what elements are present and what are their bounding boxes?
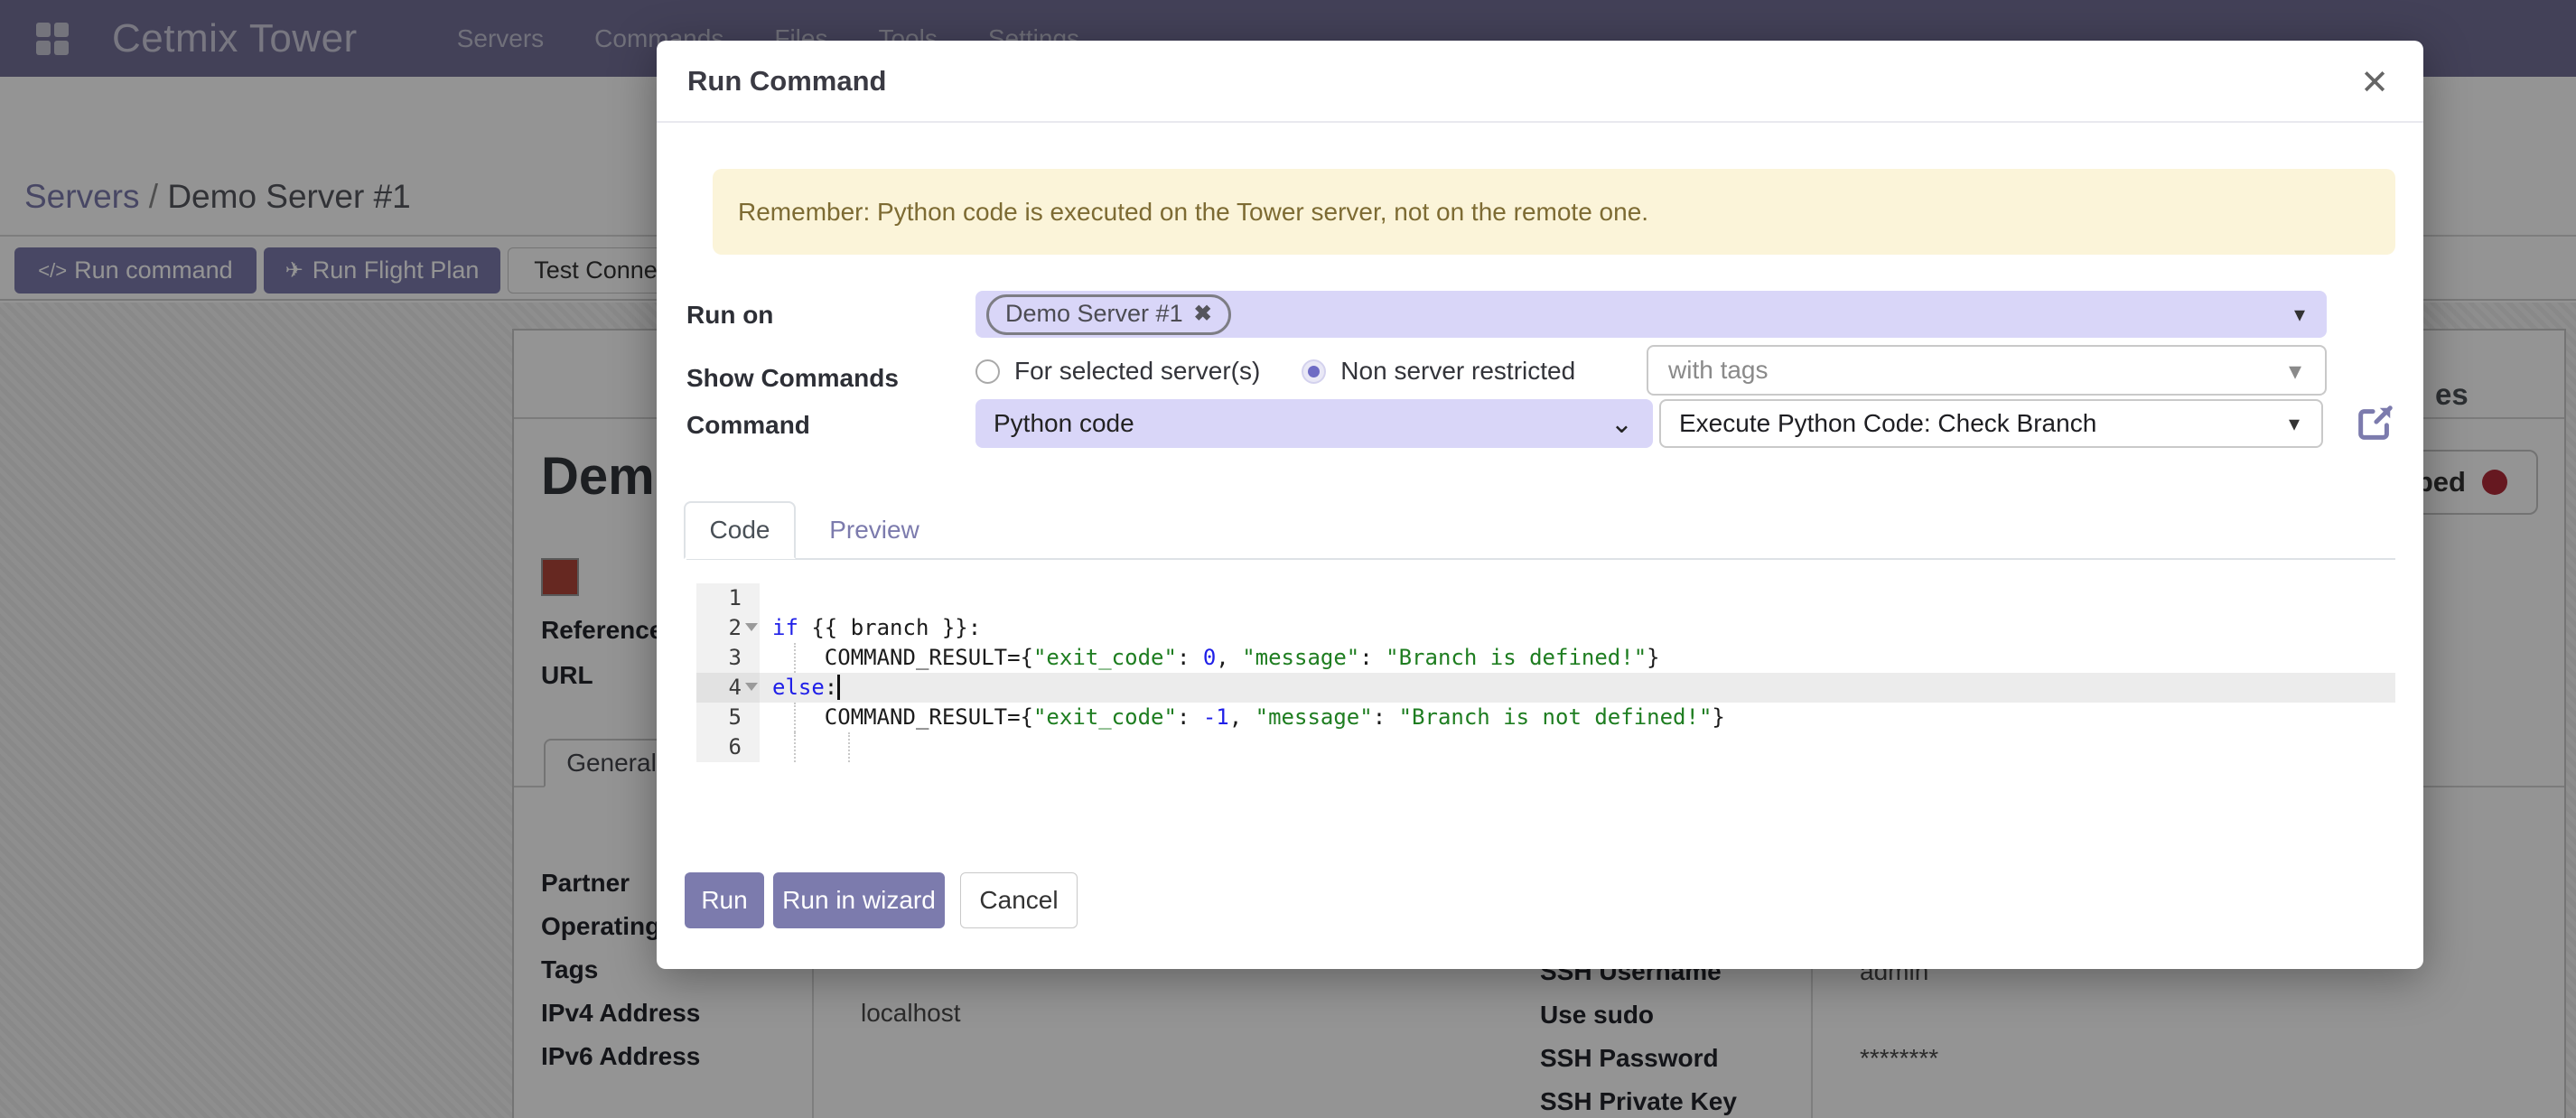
modal-footer: Run Run in wizard Cancel bbox=[685, 872, 1078, 928]
editor-code-line: COMMAND_RESULT={"exit_code": -1, "messag… bbox=[760, 703, 2395, 732]
command-select[interactable]: Execute Python Code: Check Branch ▾ bbox=[1659, 399, 2323, 448]
editor-gutter-number: 3 bbox=[696, 643, 760, 673]
with-tags-select[interactable]: with tags ▾ bbox=[1647, 345, 2327, 396]
chevron-down-icon: ⌄ bbox=[1610, 408, 1633, 440]
run-on-select[interactable]: Demo Server #1 ✖ ▾ bbox=[975, 291, 2327, 338]
external-link-icon[interactable] bbox=[2354, 403, 2395, 444]
run-command-modal: Run Command ✕ Remember: Python code is e… bbox=[657, 41, 2423, 969]
modal-title: Run Command bbox=[687, 65, 886, 98]
editor-gutter-number: 1 bbox=[696, 583, 760, 613]
editor-code-line bbox=[760, 583, 2395, 613]
command-type-select[interactable]: Python code ⌄ bbox=[975, 399, 1653, 448]
fold-arrow-icon[interactable] bbox=[745, 623, 758, 631]
server-tag-label: Demo Server #1 bbox=[1005, 300, 1183, 328]
chevron-down-icon: ▾ bbox=[2289, 411, 2300, 437]
command-value: Execute Python Code: Check Branch bbox=[1679, 409, 2096, 438]
editor-line: 2if {{ branch }}: bbox=[696, 613, 2395, 643]
editor-code-line: else: bbox=[760, 673, 2395, 703]
editor-code-line: if {{ branch }}: bbox=[760, 613, 2395, 643]
close-icon[interactable]: ✕ bbox=[2353, 61, 2396, 104]
editor-gutter-number: 2 bbox=[696, 613, 760, 643]
command-type-value: Python code bbox=[994, 409, 1134, 438]
radio-non-server-restricted-label: Non server restricted bbox=[1340, 357, 1575, 386]
cancel-button[interactable]: Cancel bbox=[960, 872, 1078, 928]
indent-guide bbox=[794, 732, 796, 762]
indent-guide bbox=[848, 732, 850, 762]
tag-remove-icon[interactable]: ✖ bbox=[1194, 301, 1212, 327]
tab-code[interactable]: Code bbox=[684, 501, 796, 559]
radio-for-selected-servers[interactable] bbox=[975, 359, 1000, 384]
editor-line: 3 COMMAND_RESULT={"exit_code": 0, "messa… bbox=[696, 643, 2395, 673]
editor-line: 5 COMMAND_RESULT={"exit_code": -1, "mess… bbox=[696, 703, 2395, 732]
radio-non-server-restricted[interactable] bbox=[1302, 359, 1326, 384]
with-tags-placeholder: with tags bbox=[1668, 356, 1769, 385]
show-commands-label: Show Commands bbox=[686, 364, 899, 393]
tab-preview[interactable]: Preview bbox=[813, 501, 936, 559]
editor-tabs: Code Preview bbox=[686, 501, 2395, 560]
run-on-label: Run on bbox=[686, 301, 773, 330]
modal-header: Run Command ✕ bbox=[657, 41, 2423, 123]
show-commands-radios: For selected server(s) Non server restri… bbox=[975, 357, 1575, 386]
radio-for-selected-servers-label: For selected server(s) bbox=[1014, 357, 1260, 386]
warning-alert: Remember: Python code is executed on the… bbox=[713, 169, 2395, 255]
editor-gutter-number: 5 bbox=[696, 703, 760, 732]
chevron-down-icon: ▾ bbox=[2289, 356, 2301, 386]
editor-code-line: COMMAND_RESULT={"exit_code": 0, "message… bbox=[760, 643, 2395, 673]
editor-line: 4else: bbox=[696, 673, 2395, 703]
run-in-wizard-button[interactable]: Run in wizard bbox=[773, 872, 945, 928]
warning-alert-text: Remember: Python code is executed on the… bbox=[738, 198, 1648, 227]
editor-gutter-number: 6 bbox=[696, 732, 760, 762]
run-button[interactable]: Run bbox=[685, 872, 764, 928]
editor-code-line bbox=[760, 732, 2395, 762]
editor-gutter-number: 4 bbox=[696, 673, 760, 703]
fold-arrow-icon[interactable] bbox=[745, 683, 758, 691]
indent-guide bbox=[794, 643, 796, 673]
code-editor[interactable]: 12if {{ branch }}:3 COMMAND_RESULT={"exi… bbox=[696, 583, 2395, 762]
indent-guide bbox=[794, 703, 796, 732]
editor-line: 6 bbox=[696, 732, 2395, 762]
command-label: Command bbox=[686, 411, 810, 440]
text-cursor bbox=[837, 675, 840, 700]
chevron-down-icon: ▾ bbox=[2294, 302, 2305, 328]
editor-line: 1 bbox=[696, 583, 2395, 613]
server-tag-pill: Demo Server #1 ✖ bbox=[986, 294, 1231, 335]
